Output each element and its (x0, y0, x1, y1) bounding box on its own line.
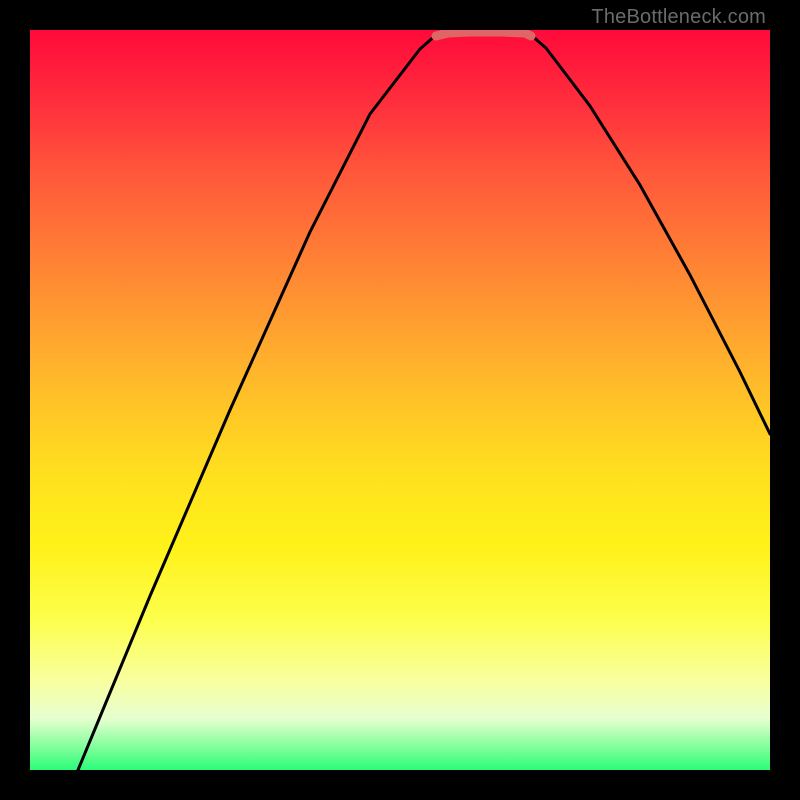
bottleneck-curve (78, 35, 770, 770)
plot-area (30, 30, 770, 770)
curve-layer (30, 30, 770, 770)
watermark-text: TheBottleneck.com (591, 6, 766, 29)
low-segment (436, 32, 531, 36)
chart-frame: TheBottleneck.com (0, 0, 800, 800)
